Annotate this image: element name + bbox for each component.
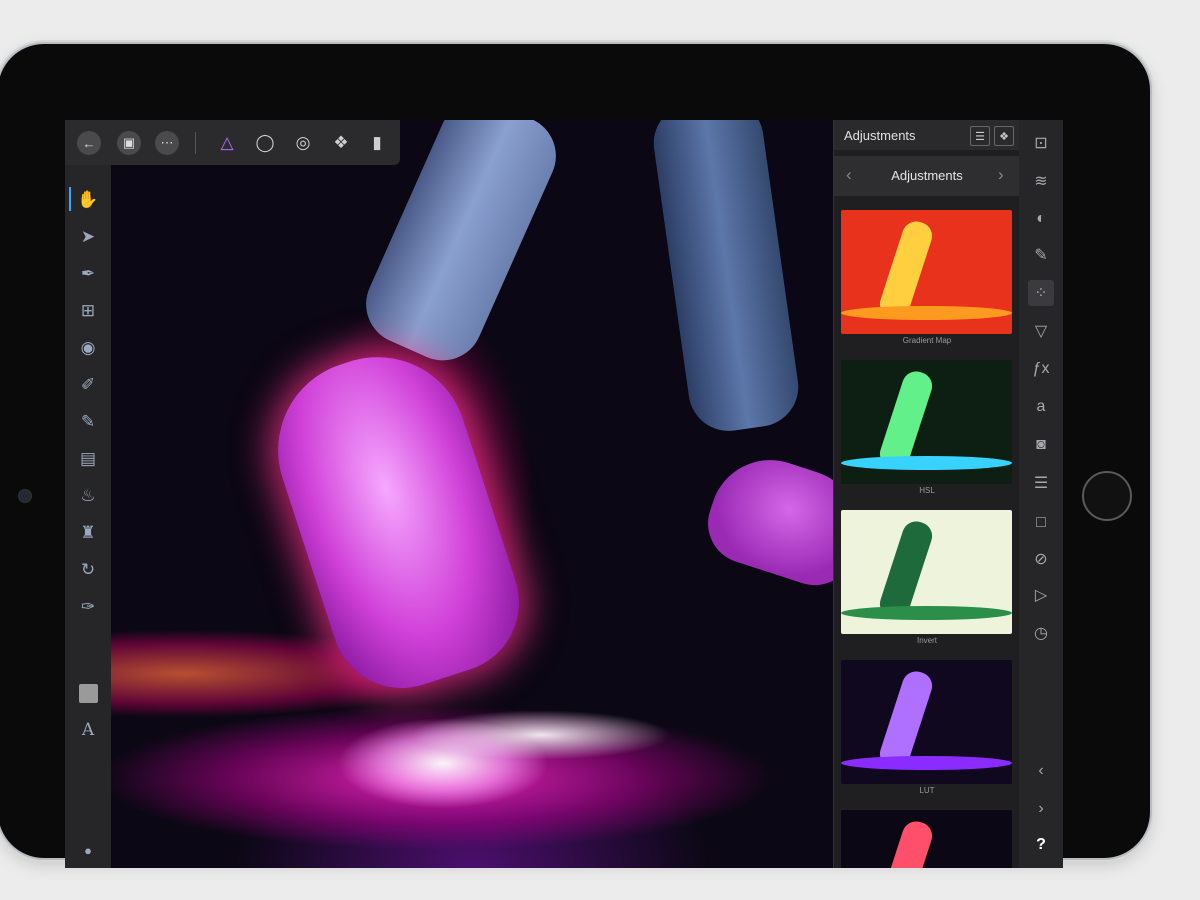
fill-tool-icon[interactable]: ◉ — [75, 335, 101, 361]
filters-icon[interactable]: ▽ — [1028, 318, 1054, 344]
color-picker-tool-icon[interactable]: ✒ — [75, 261, 101, 287]
sliders-icon[interactable]: ☰ — [1028, 470, 1054, 496]
adjustment-thumbnail[interactable] — [841, 210, 1012, 334]
adjustment-thumbnail[interactable] — [841, 660, 1012, 784]
no-entry-icon[interactable]: ⊘ — [1028, 546, 1054, 572]
photo-persona-icon[interactable]: △ — [213, 129, 241, 157]
layers-icon[interactable]: ≋ — [1028, 168, 1054, 194]
adjustment-thumbnail[interactable] — [841, 360, 1012, 484]
left-toolbar: ✋ ➤ ✒ ⊞ ◉ ✐ ✎ ▤ ♨ ♜ ↻ ✑ A ● — [65, 165, 111, 868]
adjustments-icon[interactable]: ⁘ — [1028, 280, 1054, 306]
healing-tool-icon[interactable]: ↻ — [75, 557, 101, 583]
artwork-back-shoe — [697, 444, 833, 596]
history-icon[interactable]: ◷ — [1028, 620, 1054, 646]
home-button[interactable] — [1082, 471, 1132, 521]
eraser-tool-icon[interactable]: ▤ — [75, 446, 101, 472]
redo-icon[interactable]: › — [1028, 796, 1054, 822]
effects-icon[interactable]: ƒx — [1028, 356, 1054, 382]
transform-icon[interactable]: □ — [1028, 510, 1054, 536]
hand-tool-icon[interactable]: ✋ — [75, 187, 101, 213]
help-icon[interactable]: ? — [1028, 832, 1054, 858]
adjustment-label: Invert — [916, 636, 937, 645]
artwork-front-shoe — [254, 333, 538, 707]
thumbnail-figure — [876, 817, 936, 868]
ipad-frame: ← ▣ ⋯ △ ◯ ◎ ❖ ▮ ✋ ➤ ✒ ⊞ ◉ ✐ ✎ ▤ ♨ ♜ ↻ ✑ … — [0, 44, 1150, 868]
thumbnail-floor — [841, 306, 1012, 320]
thumbnail-floor — [841, 756, 1012, 770]
text-tool-icon[interactable]: A — [75, 717, 101, 743]
pin-icon[interactable]: ❖ — [994, 126, 1014, 146]
document-icon[interactable]: ▣ — [117, 131, 141, 155]
dodge-tool-icon[interactable]: ♨ — [75, 483, 101, 509]
adjustments-panel: Adjustments ☰ ❖ ‹ Adjustments › Gradient… — [833, 120, 1020, 868]
develop-persona-icon[interactable]: ◎ — [289, 129, 317, 157]
adjustment-thumbnail[interactable] — [841, 810, 1012, 868]
text-styles-icon[interactable]: a — [1028, 394, 1054, 420]
active-tool-indicator — [69, 187, 71, 211]
thumbnail-floor — [841, 606, 1012, 620]
image-canvas[interactable] — [111, 120, 833, 868]
adjustment-label: HSL — [919, 486, 935, 495]
move-tool-icon[interactable]: ➤ — [75, 224, 101, 250]
crop-tool-icon[interactable]: ⊞ — [75, 298, 101, 324]
export-persona-icon[interactable]: ▮ — [363, 129, 391, 157]
front-camera — [18, 489, 32, 503]
undo-icon[interactable]: ‹ — [1028, 758, 1054, 784]
play-icon[interactable]: ▷ — [1028, 582, 1054, 608]
selection-brush-tool-icon[interactable]: ✐ — [75, 372, 101, 398]
adjustment-label: LUT — [919, 786, 935, 795]
thumbnail-floor — [841, 456, 1012, 470]
brushes-icon[interactable]: ✎ — [1028, 242, 1054, 268]
adjustments-header-title: Adjustments — [844, 128, 916, 143]
adjustment-label: Gradient Map — [902, 336, 952, 345]
artwork-right-leg — [648, 120, 804, 437]
top-toolbar: ← ▣ ⋯ △ ◯ ◎ ❖ ▮ — [65, 120, 400, 165]
studio-bar: ⊡ ≋ ◐ ✎ ⁘ ▽ ƒx a ◙ ☰ □ ⊘ ▷ ◷ ‹ ›? — [1019, 120, 1063, 868]
nav-forward-chevron-icon[interactable]: › — [998, 165, 1004, 185]
tone-mapping-persona-icon[interactable]: ❖ — [327, 129, 355, 157]
paint-brush-tool-icon[interactable]: ✎ — [75, 409, 101, 435]
artwork-light-burst — [411, 710, 671, 760]
adjustments-nav: ‹ Adjustments › — [834, 156, 1020, 196]
adjustments-nav-title: Adjustments — [891, 168, 963, 183]
clone-tool-icon[interactable]: ♜ — [75, 520, 101, 546]
camera-icon[interactable]: ◙ — [1028, 432, 1054, 458]
color-drop-icon[interactable]: ● — [75, 837, 101, 863]
canvas-icon[interactable]: ⊡ — [1028, 130, 1054, 156]
adjustments-header: Adjustments ☰ ❖ — [834, 120, 1020, 150]
shape-tool-icon[interactable] — [79, 684, 98, 703]
toolbar-divider — [195, 132, 196, 154]
color-wheel-icon[interactable]: ◐ — [1028, 206, 1054, 232]
liquify-persona-icon[interactable]: ◯ — [251, 129, 279, 157]
app-screen: ← ▣ ⋯ △ ◯ ◎ ❖ ▮ ✋ ➤ ✒ ⊞ ◉ ✐ ✎ ▤ ♨ ♜ ↻ ✑ … — [65, 120, 1063, 868]
pen-tool-icon[interactable]: ✑ — [75, 594, 101, 620]
list-view-icon[interactable]: ☰ — [970, 126, 990, 146]
adjustment-thumbnail[interactable] — [841, 510, 1012, 634]
more-icon[interactable]: ⋯ — [155, 131, 179, 155]
back-arrow-icon[interactable]: ← — [77, 131, 101, 155]
